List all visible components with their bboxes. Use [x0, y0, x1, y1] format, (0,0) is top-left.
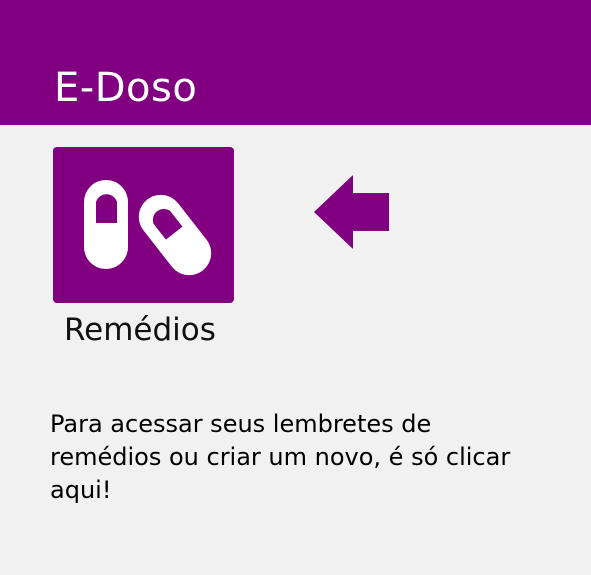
hint-text: Para acessar seus lembretes de remédios … [50, 410, 511, 504]
pills-icon [84, 180, 212, 276]
remedios-label: Remédios [64, 312, 216, 348]
arrow-left-icon [314, 175, 389, 249]
remedios-tile-button[interactable] [53, 147, 234, 303]
app-title: E-Doso [54, 65, 198, 111]
app-bar: E-Doso [0, 0, 591, 125]
